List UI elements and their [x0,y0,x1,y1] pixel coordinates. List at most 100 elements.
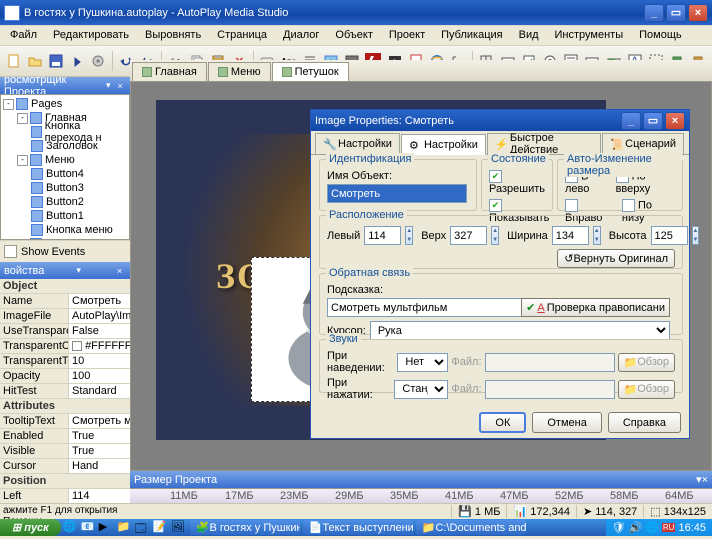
system-tray[interactable]: 🛡 🔊 🌐 RU 16:45 [606,519,712,536]
quick-launch-icon[interactable]: 🌐 [63,520,79,535]
save-icon[interactable] [46,50,65,72]
panel-menu-icon[interactable]: ▾ [102,79,114,92]
top-input[interactable] [450,226,487,245]
tree-item[interactable]: Button3 [46,182,84,194]
expand-icon[interactable]: - [17,113,28,124]
tray-icon[interactable]: 🛡 [612,521,626,534]
click-sound-select[interactable]: Стандарт [394,380,448,399]
tab-quick-action[interactable]: ⚡Быстрое Действие [487,133,601,154]
click-browse-button[interactable]: 📁 Обзор [618,380,675,399]
start-button[interactable]: ⊞пуск [0,519,61,536]
close-button[interactable]: × [688,4,708,22]
open-icon[interactable] [25,50,44,72]
dialog-titlebar[interactable]: Image Properties: Смотреть _ ▭ × [311,110,689,131]
restore-original-button[interactable]: ↺ Вернуть Оригинал [557,249,675,268]
allow-checkbox[interactable] [489,170,502,183]
prop-value[interactable]: #FFFFFF [68,339,130,353]
prop-value[interactable]: Standard [68,384,130,398]
menu-tools[interactable]: Инструменты [551,28,628,43]
prop-value[interactable]: True [68,429,130,443]
maximize-button[interactable]: ▭ [666,4,686,22]
height-spinner[interactable]: ▲▼ [692,226,700,245]
prop-value[interactable]: Смотреть [68,294,130,308]
width-spinner[interactable]: ▲▼ [593,226,601,245]
show-checkbox[interactable] [489,199,502,212]
tab-attributes[interactable]: ⚙Настройки [401,134,486,155]
top-spinner[interactable]: ▲▼ [491,226,499,245]
tab-petushok[interactable]: Петушок [272,62,349,81]
tree-item[interactable]: Заголовок [46,140,98,152]
prop-value[interactable]: Смотреть муль [68,414,130,428]
dialog-maximize-button[interactable]: ▭ [643,112,663,130]
clock[interactable]: 16:45 [678,522,706,534]
tab-script[interactable]: 📜Сценарий [602,133,684,154]
width-input[interactable] [552,226,589,245]
menu-help[interactable]: Помощь [635,28,686,43]
menu-view[interactable]: Вид [515,28,543,43]
menu-align[interactable]: Выровнять [141,28,205,43]
right-checkbox[interactable] [565,199,578,212]
hover-browse-button[interactable]: 📁 Обзор [618,353,675,372]
prop-value[interactable]: False [68,324,130,338]
cancel-button[interactable]: Отмена [532,412,601,433]
prop-value[interactable]: True [68,444,130,458]
tree-item[interactable]: Меню [45,154,75,166]
new-icon[interactable] [4,50,23,72]
help-button[interactable]: Справка [608,412,681,433]
tree-item[interactable]: Button1 [46,210,84,222]
menu-publish[interactable]: Публикация [437,28,506,43]
taskbar-item[interactable]: 🧩 В гостях у Пушкина... [190,520,300,535]
expand-icon[interactable]: - [17,155,28,166]
quick-launch-icon[interactable]: 📧 [81,520,97,535]
tree-item[interactable]: Button2 [46,196,84,208]
menu-dialog[interactable]: Диалог [279,28,323,43]
preview-icon[interactable] [68,50,87,72]
expand-icon[interactable]: - [3,99,14,110]
panel-close-icon[interactable]: × [113,264,126,277]
tab-menu[interactable]: Меню [208,62,271,81]
tray-icon[interactable]: 🌐 [645,521,659,534]
menu-project[interactable]: Проект [385,28,429,43]
build-icon[interactable] [89,50,108,72]
hover-sound-select[interactable]: Нет [397,353,448,372]
prop-value[interactable]: 10 [68,354,130,368]
quick-launch-icon[interactable]: ▶ [99,520,115,535]
left-input[interactable] [364,226,401,245]
panel-close-icon[interactable]: × [114,79,126,92]
taskbar-item[interactable]: 📄 Текст выступления ... [303,520,413,535]
minimize-button[interactable]: _ [644,4,664,22]
object-name-input[interactable] [327,184,467,203]
spellcheck-button[interactable]: ✔АПроверка правописани [521,298,670,317]
tree-item[interactable]: Button4 [46,168,84,180]
left-spinner[interactable]: ▲▼ [405,226,413,245]
menu-file[interactable]: Файл [6,28,41,43]
tree-item[interactable]: Кнопка меню [46,224,113,236]
tab-settings[interactable]: 🔧Настройки [315,133,400,154]
menu-edit[interactable]: Редактировать [49,28,133,43]
prop-value[interactable]: AutoPlay\Image [68,309,130,323]
height-input[interactable] [651,226,688,245]
prop-value[interactable]: Hand [68,459,130,473]
panel-menu-icon[interactable]: ▾ [72,264,85,277]
dialog-close-button[interactable]: × [665,112,685,130]
taskbar-item[interactable]: 📁 C:\Documents and Se... [416,520,526,535]
quick-launch-icon[interactable]: 📁 [117,520,133,535]
quick-launch-icon[interactable]: 📝 [153,520,169,535]
tab-main[interactable]: Главная [132,62,207,81]
ok-button[interactable]: ОК [479,412,526,433]
dialog-minimize-button[interactable]: _ [621,112,641,130]
menu-object[interactable]: Объект [331,28,376,43]
bottom-checkbox[interactable] [622,199,635,212]
menu-page[interactable]: Страница [213,28,271,43]
properties-grid[interactable]: Object NameСмотреть ImageFileAutoPlay\Im… [0,279,130,519]
quick-launch-icon[interactable]: 🗔 [135,520,151,535]
project-tree[interactable]: -Pages -Главная Кнопка перехода н Заголо… [0,94,130,240]
tree-root[interactable]: Pages [31,98,62,110]
cursor-select[interactable]: Рука [370,321,670,340]
prop-value[interactable]: 100 [68,369,130,383]
panel-close-icon[interactable]: × [702,474,708,486]
lang-icon[interactable]: RU [662,523,676,532]
quick-launch-icon[interactable]: 🖼 [171,520,187,535]
prop-value[interactable]: 114 [68,489,130,503]
tray-icon[interactable]: 🔊 [629,521,643,534]
